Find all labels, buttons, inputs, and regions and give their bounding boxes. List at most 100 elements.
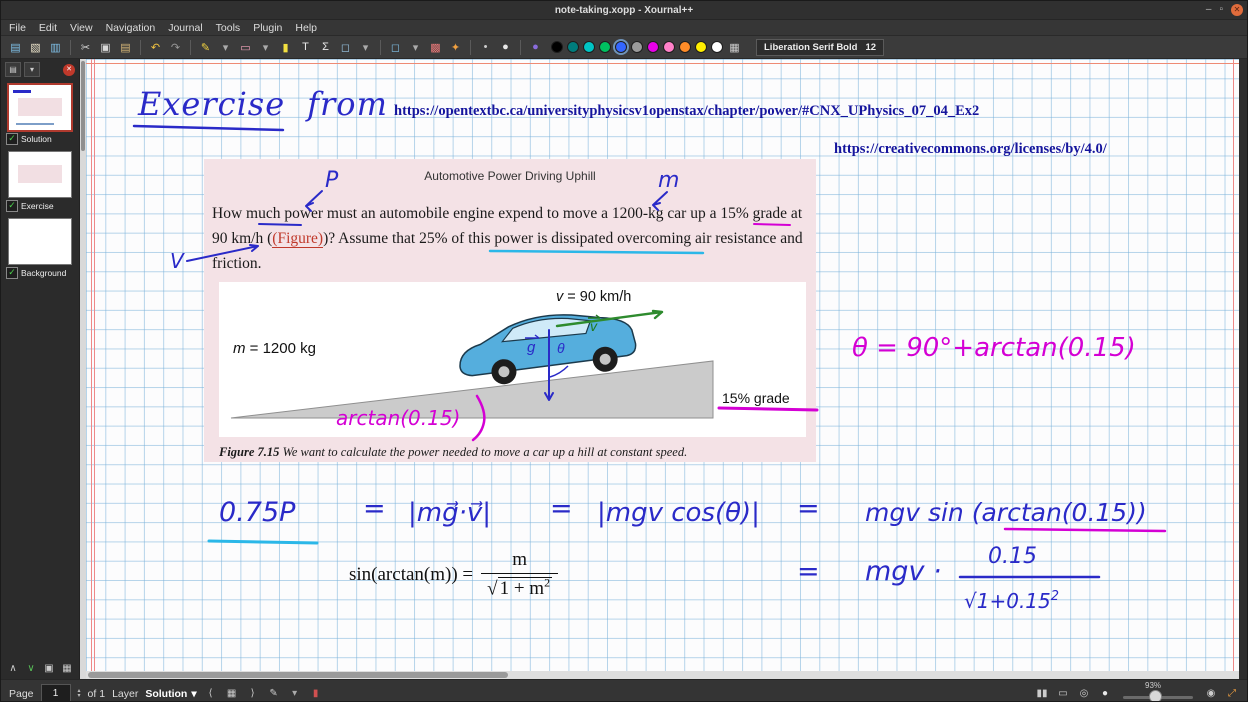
layer-select[interactable]: Solution ▾ bbox=[145, 688, 196, 700]
problem-image: Automotive Power Driving Uphill How much… bbox=[204, 159, 816, 462]
line-style-start-icon[interactable]: ⟨ bbox=[204, 687, 218, 701]
separator[interactable] bbox=[70, 40, 71, 55]
pen-indicator-icon[interactable]: ◎ bbox=[1077, 687, 1091, 701]
spin-down-icon[interactable]: ▾ bbox=[78, 694, 81, 699]
color-green[interactable] bbox=[599, 41, 611, 53]
document-page[interactable]: Exercisefrom https://opentextbc.ca/unive… bbox=[86, 59, 1241, 671]
pen-fine-icon[interactable]: • bbox=[477, 39, 494, 56]
color-white[interactable] bbox=[711, 41, 723, 53]
close-icon[interactable]: ✕ bbox=[1231, 4, 1243, 16]
license-url-text: https://creativecommons.org/licenses/by/… bbox=[834, 141, 1107, 158]
menu-plugin[interactable]: Plugin bbox=[253, 22, 282, 34]
pen-settings-dropdown-icon[interactable]: ▾ bbox=[288, 687, 302, 701]
shape-tool-icon[interactable]: ◻ bbox=[337, 39, 354, 56]
color-pink[interactable] bbox=[663, 41, 675, 53]
menu-help[interactable]: Help bbox=[295, 22, 317, 34]
color-indicator-icon[interactable]: ● bbox=[1098, 687, 1112, 701]
new-file-icon[interactable]: ▤ bbox=[7, 39, 24, 56]
layer-thumbnail-solution[interactable] bbox=[9, 85, 71, 130]
pen-settings-icon[interactable]: ✎ bbox=[267, 687, 281, 701]
nav-up-icon[interactable]: ∧ bbox=[7, 662, 19, 675]
copy-icon[interactable]: ▣ bbox=[97, 39, 114, 56]
color-teal[interactable] bbox=[567, 41, 579, 53]
pen-medium-icon[interactable]: ● bbox=[497, 39, 514, 56]
eraser-dropdown-icon[interactable]: ▾ bbox=[257, 39, 274, 56]
presentation-icon[interactable]: ▭ bbox=[1056, 687, 1070, 701]
minimize-icon[interactable]: – bbox=[1206, 5, 1212, 15]
figure-link[interactable]: (Figure) bbox=[272, 230, 323, 248]
latex-tool-icon[interactable]: Σ bbox=[317, 39, 334, 56]
nav-grid-icon[interactable]: ▦ bbox=[61, 662, 73, 675]
horizontal-scrollbar-thumb[interactable] bbox=[88, 672, 508, 678]
open-file-icon[interactable]: ▧ bbox=[27, 39, 44, 56]
menu-tools[interactable]: Tools bbox=[216, 22, 241, 34]
save-file-icon[interactable]: ▥ bbox=[47, 39, 64, 56]
layer-checkbox-exercise[interactable]: ✓ bbox=[6, 200, 18, 212]
nav-down-icon[interactable]: ∨ bbox=[25, 662, 37, 675]
ink-eq-sin: mgv sin (arctan(0.15)) bbox=[865, 498, 1147, 527]
snap-grid-icon[interactable]: ▦ bbox=[225, 687, 239, 701]
nav-layer-icon[interactable]: ▣ bbox=[43, 662, 55, 675]
zoom-slider-handle[interactable] bbox=[1149, 690, 1162, 702]
select-tool-icon[interactable]: ◻ bbox=[387, 39, 404, 56]
separator[interactable] bbox=[470, 40, 471, 55]
shape-dropdown-icon[interactable]: ▾ bbox=[357, 39, 374, 56]
sidebar-dropdown-icon[interactable]: ▾ bbox=[24, 62, 40, 77]
separator[interactable] bbox=[520, 40, 521, 55]
menu-view[interactable]: View bbox=[70, 22, 93, 34]
paste-icon[interactable]: ▤ bbox=[117, 39, 134, 56]
menu-navigation[interactable]: Navigation bbox=[106, 22, 156, 34]
line-style-end-icon[interactable]: ⟩ bbox=[246, 687, 260, 701]
eraser-tool-icon[interactable]: ▭ bbox=[237, 39, 254, 56]
theta-arc bbox=[550, 366, 568, 377]
color-cyan[interactable] bbox=[583, 41, 595, 53]
maximize-icon[interactable]: ▫ bbox=[1219, 5, 1223, 15]
layer-checkbox-solution[interactable]: ✓ bbox=[6, 133, 18, 145]
hand-tool-icon[interactable]: ✦ bbox=[447, 39, 464, 56]
sidebar-close-icon[interactable]: ✕ bbox=[63, 64, 75, 76]
fullscreen-icon[interactable]: ⤢ bbox=[1225, 687, 1239, 701]
latex-numerator: m bbox=[506, 549, 533, 573]
page-number-input[interactable] bbox=[41, 684, 71, 702]
v-vector-label: v bbox=[590, 318, 598, 334]
zoom-control[interactable]: 93% bbox=[1119, 680, 1197, 702]
menu-file[interactable]: File bbox=[9, 22, 26, 34]
layer-checkbox-background[interactable]: ✓ bbox=[6, 267, 18, 279]
pen-dropdown-icon[interactable]: ▾ bbox=[217, 39, 234, 56]
menu-edit[interactable]: Edit bbox=[39, 22, 57, 34]
image-tool-icon[interactable]: ▩ bbox=[427, 39, 444, 56]
text-tool-icon[interactable]: T bbox=[297, 39, 314, 56]
color-gray[interactable] bbox=[631, 41, 643, 53]
color-black[interactable] bbox=[551, 41, 563, 53]
horizontal-scrollbar[interactable] bbox=[86, 671, 1241, 679]
separator[interactable] bbox=[380, 40, 381, 55]
layer-thumbnail-exercise[interactable] bbox=[9, 152, 71, 197]
vertical-scrollbar-thumb[interactable] bbox=[81, 61, 85, 151]
undo-icon[interactable]: ↶ bbox=[147, 39, 164, 56]
select-dropdown-icon[interactable]: ▾ bbox=[407, 39, 424, 56]
redo-icon[interactable]: ↷ bbox=[167, 39, 184, 56]
cut-icon[interactable]: ✂ bbox=[77, 39, 94, 56]
menu-journal[interactable]: Journal bbox=[168, 22, 202, 34]
highlighter-tool-icon[interactable]: ▮ bbox=[277, 39, 294, 56]
color-yellow[interactable] bbox=[695, 41, 707, 53]
dual-page-icon[interactable]: ▮▮ bbox=[1035, 687, 1049, 701]
shape-recognizer-icon[interactable]: ▮ bbox=[309, 687, 323, 701]
handwritten-heading: Exercisefrom bbox=[138, 85, 388, 123]
font-button[interactable]: Liberation Serif Bold 12 bbox=[756, 39, 884, 56]
sidebar-menu-icon[interactable]: ▤ bbox=[5, 62, 21, 77]
color-orange[interactable] bbox=[679, 41, 691, 53]
pen-tool-icon[interactable]: ✎ bbox=[197, 39, 214, 56]
window-right-edge bbox=[1239, 59, 1247, 679]
color-magenta[interactable] bbox=[647, 41, 659, 53]
separator[interactable] bbox=[190, 40, 191, 55]
color-picker-icon[interactable]: ▦ bbox=[726, 39, 743, 56]
separator[interactable] bbox=[140, 40, 141, 55]
page-spinner[interactable]: ▴ ▾ bbox=[78, 689, 81, 699]
color-blue[interactable] bbox=[615, 41, 627, 53]
current-color-icon[interactable]: ● bbox=[527, 39, 544, 56]
arctan-underline bbox=[1005, 529, 1165, 531]
layer-thumbnail-background[interactable] bbox=[9, 219, 71, 264]
heading-word-from: from bbox=[307, 85, 388, 123]
zoom-original-icon[interactable]: ◉ bbox=[1204, 687, 1218, 701]
